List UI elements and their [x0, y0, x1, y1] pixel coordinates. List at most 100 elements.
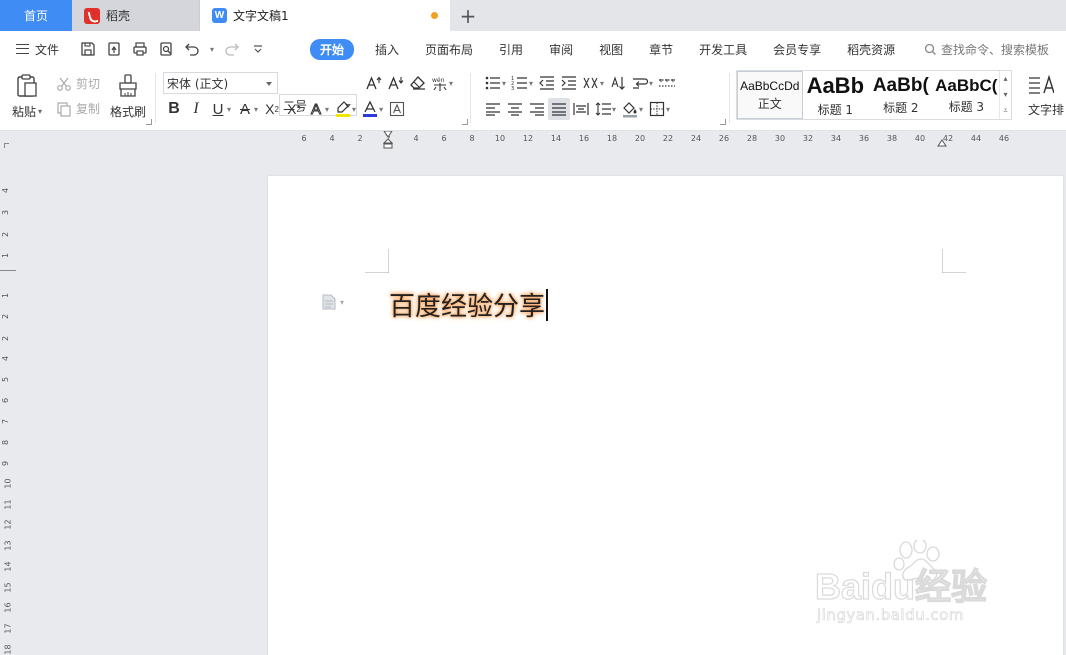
tab-section[interactable]: 章节	[636, 31, 686, 67]
italic-icon[interactable]: I	[185, 98, 207, 120]
bullet-list-icon[interactable]	[482, 72, 504, 94]
copy-button[interactable]: 复制	[56, 100, 100, 117]
font-color-dropdown-icon[interactable]: ▾	[379, 105, 383, 114]
cut-button[interactable]: 剪切	[56, 75, 100, 92]
tab-insert[interactable]: 插入	[362, 31, 412, 67]
align-center-icon[interactable]	[504, 98, 526, 120]
style-heading-1[interactable]: AaBb 标题 1	[803, 71, 869, 119]
format-painter-label: 格式刷	[110, 105, 147, 119]
line-spacing-icon[interactable]	[592, 98, 614, 120]
print-icon[interactable]	[130, 39, 150, 59]
tab-review[interactable]: 审阅	[536, 31, 586, 67]
sort-icon[interactable]	[607, 72, 629, 94]
redo-icon[interactable]	[222, 39, 242, 59]
paragraph-handle-dropdown-icon[interactable]: ▾	[340, 298, 344, 307]
undo-icon[interactable]	[182, 39, 202, 59]
tab-references[interactable]: 引用	[486, 31, 536, 67]
paragraph-handle[interactable]: ▾	[322, 294, 344, 310]
left-indent-marker[interactable]	[383, 139, 393, 149]
underline-icon[interactable]: U	[207, 98, 229, 120]
save-icon[interactable]	[78, 39, 98, 59]
ruler-tick-label: 2	[1, 231, 11, 238]
text-direction-dropdown-icon[interactable]: ▾	[600, 79, 604, 88]
justify-icon[interactable]	[548, 98, 570, 120]
grow-font-icon[interactable]	[363, 72, 385, 94]
strikethrough-dropdown-icon[interactable]: ▾	[254, 105, 258, 114]
ruler-tick-label: 6	[1, 397, 11, 404]
shading-dropdown-icon[interactable]: ▾	[639, 105, 643, 114]
decrease-indent-icon[interactable]	[536, 72, 558, 94]
subscript-icon[interactable]: X2	[283, 98, 305, 120]
font-group-launcher-icon[interactable]	[462, 119, 468, 125]
export-pdf-icon[interactable]	[104, 39, 124, 59]
style-heading-2-sample: AaBb(	[872, 74, 929, 96]
tab-page-layout[interactable]: 页面布局	[412, 31, 486, 67]
numbered-list-icon[interactable]: 123	[509, 72, 531, 94]
distributed-align-icon[interactable]	[570, 98, 592, 120]
strikethrough-icon[interactable]: A	[234, 98, 256, 120]
shrink-font-icon[interactable]	[385, 72, 407, 94]
paste-dropdown-icon[interactable]: ▾	[38, 107, 42, 116]
align-right-icon[interactable]	[526, 98, 548, 120]
highlight-dropdown-icon[interactable]: ▾	[352, 105, 356, 114]
borders-dropdown-icon[interactable]: ▾	[666, 105, 670, 114]
search-icon	[924, 43, 936, 55]
print-preview-icon[interactable]	[156, 39, 176, 59]
ruler-tick-label: 6	[441, 134, 447, 143]
document-body-text[interactable]: 百度经验分享	[389, 286, 549, 323]
style-normal[interactable]: AaBbCcDd 正文	[737, 71, 803, 119]
phonetic-dropdown-icon[interactable]: ▾	[449, 79, 453, 88]
text-direction-icon[interactable]	[580, 72, 602, 94]
line-spacing-dropdown-icon[interactable]: ▾	[612, 105, 616, 114]
customize-toolbar-icon[interactable]	[248, 39, 268, 59]
line-break-dropdown-icon[interactable]: ▾	[649, 79, 653, 88]
underline-dropdown-icon[interactable]: ▾	[227, 105, 231, 114]
tab-view[interactable]: 视图	[586, 31, 636, 67]
tab-document[interactable]: W 文字文稿1	[200, 0, 450, 31]
paragraph-group-launcher-icon[interactable]	[720, 119, 726, 125]
file-menu-button[interactable]: 文件	[0, 41, 72, 58]
gallery-more-icon[interactable]: ⩡	[1003, 106, 1008, 116]
phonetic-guide-icon[interactable]: wén	[429, 72, 451, 94]
bold-icon[interactable]: B	[163, 98, 185, 120]
new-tab-button[interactable]: +	[450, 0, 486, 31]
paste-button[interactable]: 粘贴 ▾	[12, 73, 42, 120]
tab-start[interactable]: 开始	[310, 31, 355, 67]
text-effect-dropdown-icon[interactable]: ▾	[325, 105, 329, 114]
tab-member[interactable]: 会员专享	[760, 31, 834, 67]
style-gallery-scroll[interactable]: ▴ ▾ ⩡	[999, 71, 1011, 119]
bullet-list-dropdown-icon[interactable]: ▾	[502, 79, 506, 88]
increase-indent-icon[interactable]	[558, 72, 580, 94]
gallery-up-icon[interactable]: ▴	[1004, 74, 1008, 83]
vertical-ruler[interactable]: 4 3 2 1 1 2 2 4 5 6 7 8 9 10 11 12 13 14 15 16 17 18	[0, 148, 18, 655]
font-family-select[interactable]: 宋体 (正文)	[163, 72, 278, 94]
character-border-icon[interactable]	[386, 98, 408, 120]
font-color-icon[interactable]	[359, 98, 381, 120]
clear-format-icon[interactable]	[407, 72, 429, 94]
horizontal-ruler[interactable]: 6422468101214161820222426283032343638404…	[0, 131, 1066, 149]
writer-logo-icon: W	[212, 8, 227, 23]
first-line-indent-marker[interactable]	[383, 131, 393, 139]
undo-dropdown-icon[interactable]: ▾	[208, 39, 216, 59]
text-effect-icon[interactable]: A	[305, 98, 327, 120]
style-heading-3[interactable]: AaBbC( 标题 3	[934, 71, 1000, 119]
command-search[interactable]: 查找命令、搜索模板	[924, 31, 1049, 67]
tab-home[interactable]: 首页	[0, 0, 72, 31]
text-layout-button[interactable]: 文字排	[1028, 73, 1064, 118]
line-break-icon[interactable]	[629, 72, 651, 94]
clipboard-group-launcher-icon[interactable]	[146, 119, 152, 125]
highlight-icon[interactable]	[332, 98, 354, 120]
align-left-icon[interactable]	[482, 98, 504, 120]
format-painter-button[interactable]: 格式刷	[110, 73, 146, 120]
shading-icon[interactable]	[619, 98, 641, 120]
gallery-down-icon[interactable]: ▾	[1004, 90, 1008, 99]
tab-daoke[interactable]: 稻壳	[72, 0, 200, 31]
tab-developer[interactable]: 开发工具	[686, 31, 760, 67]
numbered-list-dropdown-icon[interactable]: ▾	[529, 79, 533, 88]
right-indent-marker[interactable]	[937, 139, 947, 148]
superscript-icon[interactable]: X2	[261, 98, 283, 120]
show-marks-icon[interactable]	[656, 72, 678, 94]
style-heading-2[interactable]: AaBb( 标题 2	[868, 71, 934, 119]
borders-icon[interactable]	[646, 98, 668, 120]
tab-daoke-resources[interactable]: 稻壳资源	[834, 31, 908, 67]
